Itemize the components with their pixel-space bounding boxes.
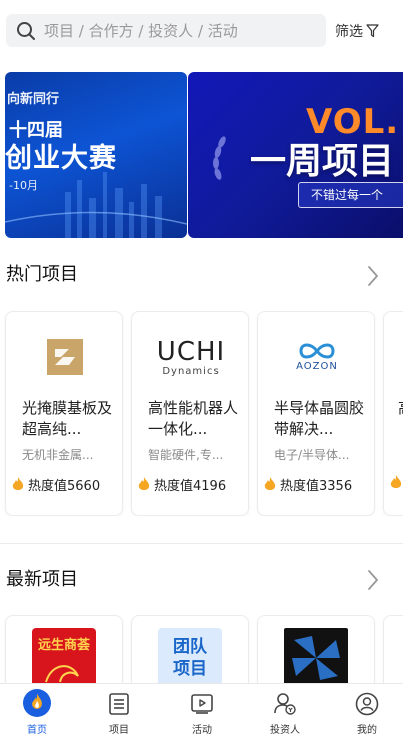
- logo-text: 团队项目: [173, 637, 207, 679]
- banner1-line3: 创业大赛: [5, 143, 117, 174]
- hot-more-chevron-icon[interactable]: [366, 265, 380, 287]
- project-logo: UCHI Dynamics: [154, 328, 228, 386]
- banner2-sub: 不错过每一个: [298, 182, 403, 208]
- heat-value: 热度值3356: [280, 479, 353, 494]
- tab-home-label: 首页: [27, 725, 47, 736]
- logo-text: UCHI: [156, 336, 226, 367]
- hot-projects-list: 光掩膜基板及超高纯... 无机非金属... 热度值5660 UCHI Dynam…: [0, 311, 403, 516]
- project-card[interactable]: 远生商荟: [5, 615, 123, 685]
- search-placeholder: 项目 / 合作方 / 投资人 / 活动: [44, 22, 238, 40]
- photomask-logo-icon: [47, 339, 83, 375]
- search-icon: [17, 21, 35, 40]
- pinwheel-logo-icon: [292, 636, 340, 680]
- project-tags: 电子/半导体...: [274, 448, 350, 462]
- document-icon: [109, 693, 129, 715]
- section-divider: [0, 543, 403, 544]
- laurel-icon: [213, 136, 226, 180]
- tab-investors[interactable]: 投资人: [245, 684, 325, 736]
- latest-section-title: 最新项目: [6, 569, 78, 590]
- project-name: 半导体晶圆胶带解决...: [274, 399, 364, 438]
- project-name: 高性能机器人一体化...: [148, 399, 238, 438]
- filter-label: 筛选: [335, 24, 363, 40]
- project-card[interactable]: [257, 615, 375, 685]
- logo-subtext: Dynamics: [162, 365, 220, 377]
- latest-more-chevron-icon[interactable]: [366, 569, 380, 591]
- project-name: 光掩膜基板及超高纯...: [22, 399, 112, 438]
- project-heat: [390, 475, 402, 490]
- logo-text: 远生商荟: [38, 638, 91, 653]
- project-card[interactable]: 光掩膜基板及超高纯... 无机非金属... 热度值5660: [5, 311, 123, 516]
- project-logo: 团队项目: [158, 628, 222, 685]
- project-logo: 远生商荟: [32, 628, 96, 685]
- banner1-line1: 向新同行: [7, 92, 60, 107]
- project-heat: 热度值3356: [264, 475, 352, 494]
- project-logo: [284, 628, 348, 685]
- project-card[interactable]: 高: [383, 311, 403, 516]
- tab-projects[interactable]: 项目: [79, 684, 159, 736]
- project-heat: 热度值5660: [12, 475, 100, 494]
- investor-icon: [274, 693, 296, 715]
- swirl-decor-icon: [45, 665, 79, 683]
- tab-projects-label: 项目: [109, 725, 129, 736]
- home-icon: [23, 689, 51, 717]
- flame-icon: [138, 477, 150, 490]
- logo-text: AOZON: [296, 360, 338, 372]
- hot-section-title: 热门项目: [6, 264, 78, 285]
- heat-value: 热度值4196: [154, 479, 227, 494]
- project-card[interactable]: 团队项目: [131, 615, 249, 685]
- project-logo: AOZON: [280, 328, 354, 386]
- flame-icon: [264, 477, 276, 490]
- banner-startup-contest[interactable]: 向新同行 十四届 创业大赛 -10月: [5, 72, 187, 238]
- tab-home[interactable]: 首页: [0, 684, 77, 736]
- tab-events-label: 活动: [192, 725, 212, 736]
- tab-profile-label: 我的: [357, 725, 377, 736]
- project-card[interactable]: UCHI Dynamics 高性能机器人一体化... 智能硬件,专... 热度值…: [131, 311, 249, 516]
- tab-events[interactable]: 活动: [162, 684, 242, 736]
- filter-button[interactable]: 筛选: [335, 21, 379, 41]
- bottom-tab-bar: 首页 项目 活动 投资人 我的: [0, 683, 403, 736]
- flame-icon: [390, 475, 402, 488]
- banner-carousel[interactable]: 向新同行 十四届 创业大赛 -10月 VOL. 一周项目 不错过每一个: [0, 72, 403, 238]
- profile-icon: [355, 692, 379, 716]
- project-logo: [28, 328, 102, 386]
- project-card[interactable]: [383, 615, 403, 685]
- project-name: 高: [398, 398, 403, 440]
- latest-projects-list: 远生商荟 团队项目: [0, 615, 403, 685]
- banner2-headline: 一周项目: [250, 141, 395, 182]
- banner-weekly-projects[interactable]: VOL. 一周项目 不错过每一个: [188, 72, 403, 238]
- tab-investors-label: 投资人: [270, 725, 300, 736]
- infinity-logo-icon: [299, 343, 335, 358]
- project-tags: 智能硬件,专...: [148, 448, 224, 462]
- project-tags: 无机非金属...: [22, 448, 94, 462]
- filter-icon: [366, 24, 379, 38]
- search-bar[interactable]: 项目 / 合作方 / 投资人 / 活动: [6, 14, 326, 47]
- flame-icon: [12, 477, 24, 490]
- project-heat: 热度值4196: [138, 475, 226, 494]
- top-bar: 项目 / 合作方 / 投资人 / 活动 筛选: [0, 0, 403, 62]
- tab-profile[interactable]: 我的: [327, 684, 403, 736]
- heat-value: 热度值5660: [28, 479, 101, 494]
- banner1-line4: -10月: [9, 179, 38, 192]
- project-card[interactable]: AOZON 半导体晶圆胶带解决... 电子/半导体... 热度值3356: [257, 311, 375, 516]
- play-icon: [191, 694, 213, 714]
